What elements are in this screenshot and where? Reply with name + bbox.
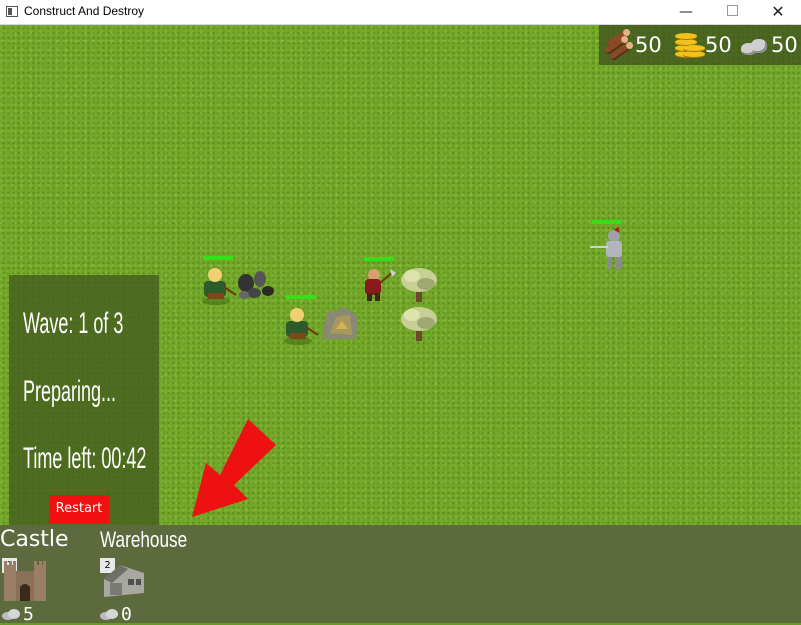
wood-count: 50: [635, 33, 662, 57]
gold-coins-icon: [673, 31, 705, 59]
enemy-health-bar: [592, 220, 622, 224]
gold-count: 50: [705, 33, 732, 57]
build-option-label: Warehouse: [100, 527, 188, 552]
maximize-icon: [726, 5, 738, 16]
worker-mining-rocks[interactable]: [198, 263, 282, 305]
resource-bar: 50 50 50: [599, 25, 801, 65]
build-cost: 0: [100, 603, 132, 625]
wood-resource: 50: [603, 27, 662, 62]
build-option-label: Castle: [0, 527, 69, 552]
restart-button[interactable]: Restart: [49, 495, 109, 523]
tree[interactable]: [398, 262, 440, 306]
worker-health-bar: [203, 256, 233, 260]
worker-mining-stone[interactable]: [280, 303, 360, 345]
window-title: Construct And Destroy: [24, 4, 145, 18]
tree[interactable]: [398, 301, 440, 345]
window-titlebar: Construct And Destroy — ✕: [0, 0, 801, 25]
build-menu: Castle 1 5 Warehouse 2: [0, 525, 801, 625]
time-left: Time left: 00:42: [23, 442, 147, 475]
wood-logs-icon: [603, 27, 635, 62]
stone-resource: 50: [739, 31, 798, 59]
warehouse-icon: [104, 565, 144, 597]
app-icon: [6, 6, 18, 17]
build-cost: 5: [2, 603, 34, 625]
worker-health-bar: [286, 295, 316, 299]
castle-icon: [4, 561, 46, 601]
enemy-knight[interactable]: [588, 227, 630, 271]
build-option-warehouse[interactable]: Warehouse 2 0: [100, 525, 200, 625]
lumberjack-unit[interactable]: [358, 265, 398, 305]
stone-icon: [739, 31, 769, 59]
wave-status-panel: Wave: 1 of 3 Preparing... Time left: 00:…: [9, 275, 159, 525]
wave-counter: Wave: 1 of 3: [23, 307, 124, 340]
arrow-pointer-icon: [192, 419, 276, 517]
lumberjack-health-bar: [364, 257, 394, 261]
stone-count: 50: [771, 33, 798, 57]
close-button[interactable]: ✕: [755, 0, 801, 24]
minimize-button[interactable]: —: [663, 0, 709, 24]
stone-icon: [100, 609, 118, 620]
stone-icon: [2, 609, 20, 620]
build-cost-value: 5: [23, 603, 34, 625]
phase-label: Preparing...: [23, 375, 117, 408]
gold-resource: 50: [673, 31, 732, 59]
build-option-castle[interactable]: Castle 1 5: [0, 525, 90, 625]
maximize-button[interactable]: [709, 0, 755, 24]
build-cost-value: 0: [121, 603, 132, 625]
